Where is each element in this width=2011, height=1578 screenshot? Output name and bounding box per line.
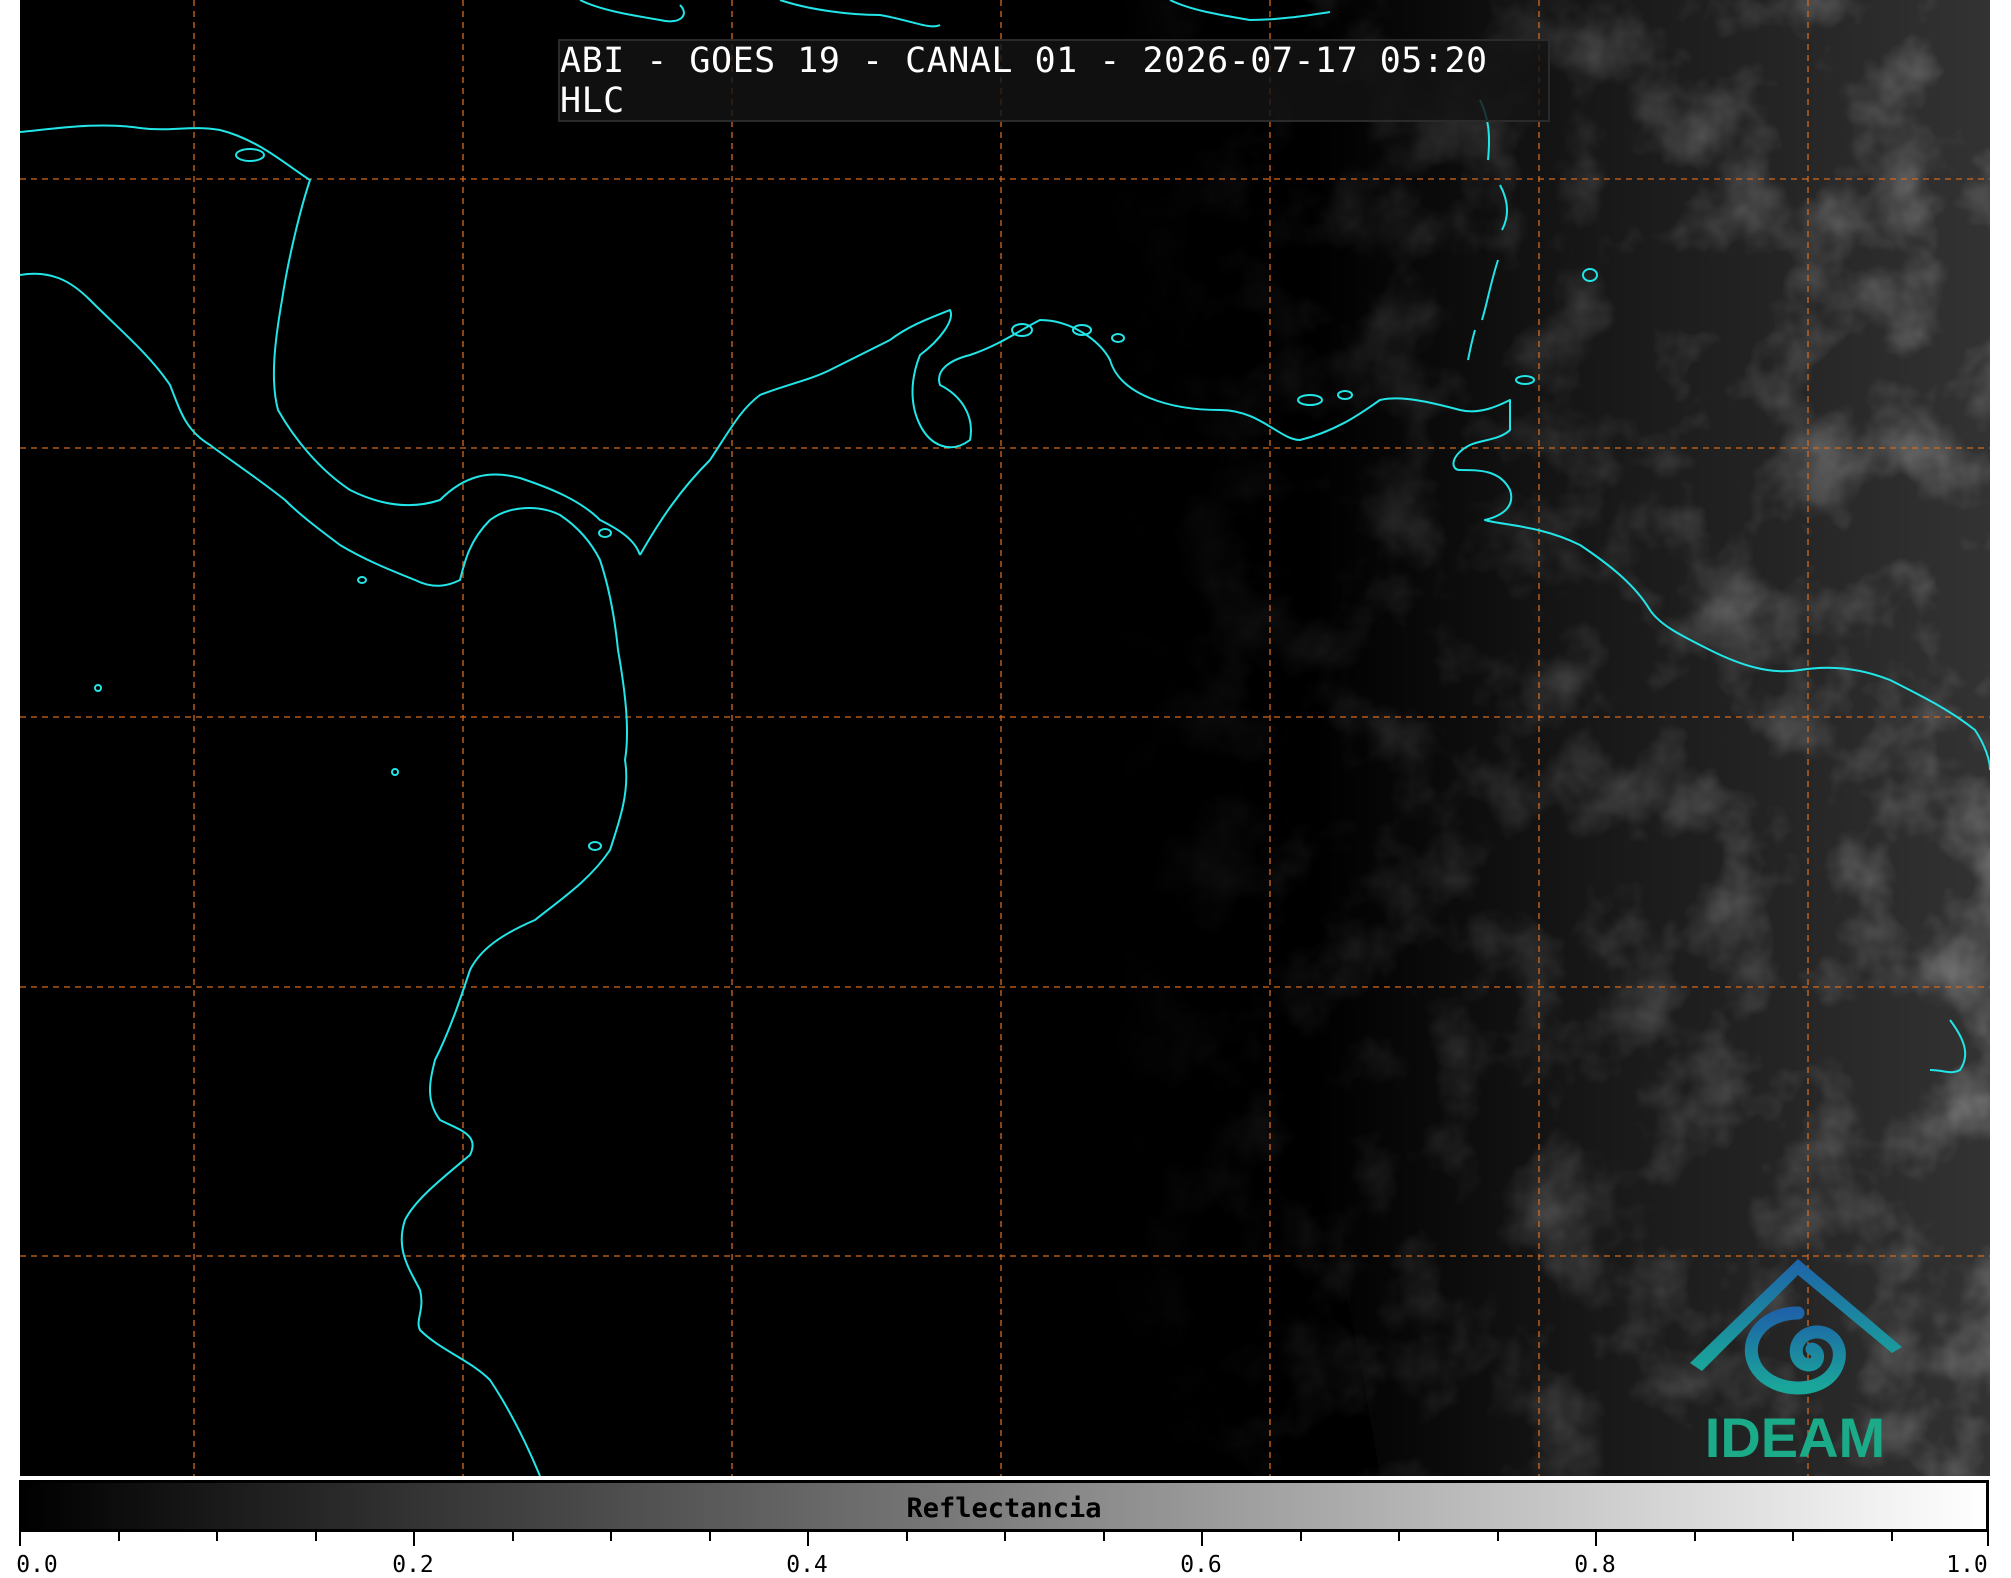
colorbar-minor-tick <box>1102 1532 1105 1541</box>
colorbar-minor-tick <box>216 1532 218 1541</box>
colorbar-major-tick <box>413 1532 415 1546</box>
colorbar-tick-label: 0.4 <box>786 1552 828 1578</box>
logo-text: IDEAM <box>1704 1406 1886 1469</box>
satellite-map: ABI - GOES 19 - CANAL 01 - 2026-07-17 05… <box>20 0 1990 1476</box>
colorbar-minor-tick <box>1004 1532 1006 1541</box>
ideam-emblem-icon <box>1690 1259 1902 1395</box>
colorbar-tick-label: 0.0 <box>16 1552 58 1578</box>
colorbar-minor-tick <box>708 1532 711 1541</box>
colorbar-minor-tick <box>1496 1532 1499 1541</box>
colorbar: Reflectancia <box>19 1480 1989 1532</box>
colorbar-minor-tick <box>314 1532 317 1541</box>
colorbar-minor-tick <box>511 1532 514 1541</box>
colorbar-axis: 0.0 0.2 0.4 0.6 0.8 1.0 <box>16 1532 1989 1578</box>
colorbar-label: Reflectancia <box>906 1493 1102 1524</box>
colorbar-tick-label: 0.2 <box>392 1552 434 1578</box>
ideam-logo: IDEAM <box>1680 1255 1910 1470</box>
colorbar-tick-label: 0.8 <box>1574 1552 1616 1578</box>
colorbar-minor-tick <box>1792 1532 1794 1541</box>
colorbar-major-tick <box>1595 1532 1597 1546</box>
colorbar-tick-label: 0.6 <box>1180 1552 1222 1578</box>
colorbar-major-tick <box>807 1532 809 1546</box>
colorbar-minor-tick <box>1398 1532 1400 1541</box>
colorbar-minor-tick <box>117 1532 120 1541</box>
title-box: ABI - GOES 19 - CANAL 01 - 2026-07-17 05… <box>558 39 1550 122</box>
colorbar-minor-tick <box>1693 1532 1696 1541</box>
colorbar-major-tick <box>1201 1532 1203 1546</box>
colorbar-major-tick <box>19 1532 21 1546</box>
map-title: ABI - GOES 19 - CANAL 01 - 2026-07-17 05… <box>560 40 1488 121</box>
colorbar-tick-label: 1.0 <box>1946 1552 1988 1578</box>
colorbar-minor-tick <box>1299 1532 1302 1541</box>
colorbar-minor-tick <box>1890 1532 1893 1541</box>
colorbar-minor-tick <box>905 1532 908 1541</box>
colorbar-major-tick <box>1987 1532 1989 1546</box>
colorbar-minor-tick <box>610 1532 612 1541</box>
